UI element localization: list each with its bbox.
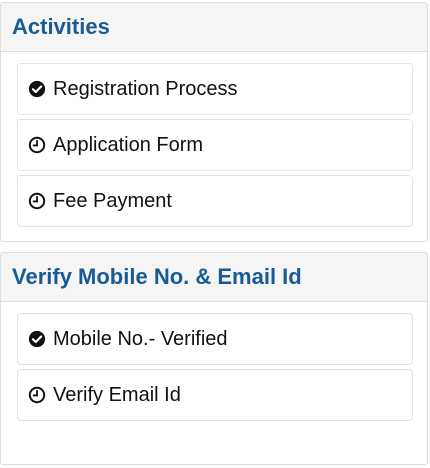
check-circle-icon (28, 80, 46, 98)
activity-item-fee-payment[interactable]: Fee Payment (17, 175, 413, 227)
activities-panel: Activities Registration Process Applicat… (0, 2, 428, 242)
verify-panel: Verify Mobile No. & Email Id Mobile No.-… (0, 252, 428, 465)
activity-item-application-form[interactable]: Application Form (17, 119, 413, 171)
activity-item-registration-process[interactable]: Registration Process (17, 63, 413, 115)
verify-item-email[interactable]: Verify Email Id (17, 369, 413, 421)
check-circle-icon (28, 330, 46, 348)
verify-item-mobile[interactable]: Mobile No.- Verified (17, 313, 413, 365)
clock-icon (28, 386, 46, 404)
activity-item-label: Registration Process (53, 77, 238, 100)
clock-icon (28, 192, 46, 210)
activities-panel-title: Activities (1, 3, 427, 52)
verify-panel-title: Verify Mobile No. & Email Id (1, 253, 427, 302)
activity-item-label: Fee Payment (53, 189, 172, 212)
verify-item-label: Mobile No.- Verified (53, 327, 228, 350)
verify-item-label: Verify Email Id (53, 383, 181, 406)
clock-icon (28, 136, 46, 154)
activity-item-label: Application Form (53, 133, 204, 156)
